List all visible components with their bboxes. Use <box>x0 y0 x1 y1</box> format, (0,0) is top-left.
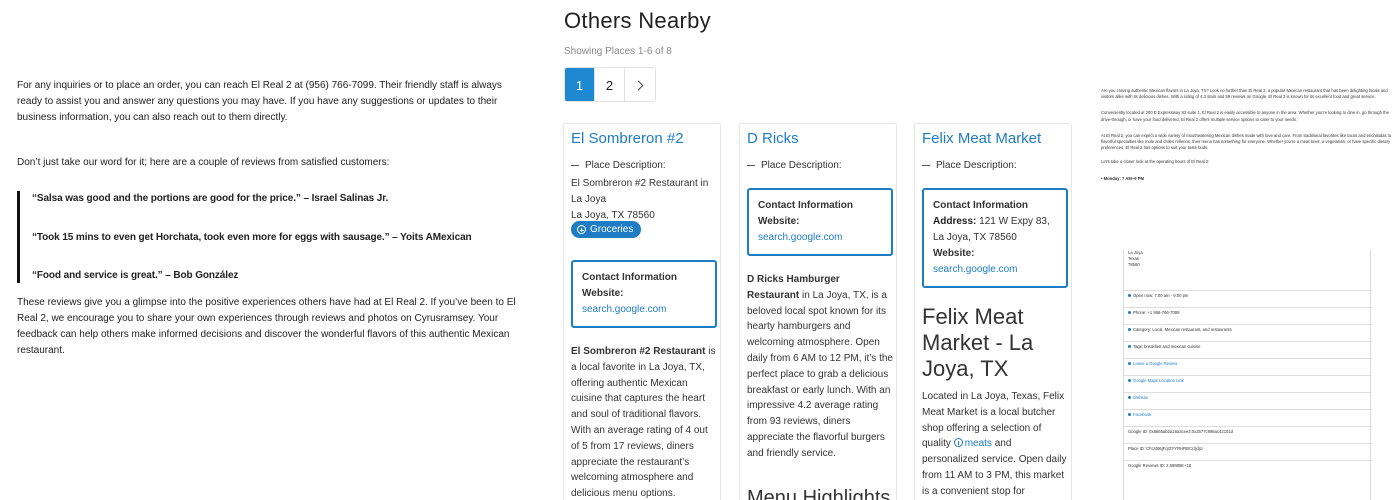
preview-row-text: Leave a Google Review <box>1133 361 1178 366</box>
contact-information-label: Contact Information <box>582 272 677 283</box>
preview-row: Phone: +1 956-766-7099 <box>1124 307 1372 318</box>
preview-row[interactable]: Google Maps Location Link <box>1124 375 1372 386</box>
preview-info-panel: La Joya Texas 78560 Open now: 7:00 am - … <box>1123 250 1372 500</box>
place-title-link[interactable]: D Ricks <box>747 130 799 147</box>
preview-row-text: Category: Local, Mexican restaurant, and… <box>1133 327 1232 332</box>
facebook-icon <box>1128 413 1131 416</box>
preview-row-text: Phone: +1 956-766-7099 <box>1133 310 1180 315</box>
article-column: For any inquiries or to place an order, … <box>17 78 522 356</box>
preview-row-text: Google ID: 0x8665ab2a16a3cee3:0x2577c998… <box>1128 429 1234 434</box>
clock-icon <box>1128 294 1131 297</box>
contact-information-box: Contact Information Website: search.goog… <box>571 260 717 328</box>
address-line: El Sombreron #2 Restaurant in La Joya <box>571 178 709 205</box>
minus-icon <box>571 164 579 167</box>
preview-row: Google Reviews ID: 2.69985E+18 <box>1124 460 1372 471</box>
map-pin-icon <box>1128 379 1131 382</box>
website-link[interactable]: search.google.com <box>758 230 882 246</box>
minus-icon <box>922 164 930 167</box>
preview-row: Place ID: ChIJ486jFqrZYYRHRBCrJjdjU <box>1124 443 1372 454</box>
place-name-bold: El Sombreron #2 Restaurant <box>571 346 706 357</box>
reviews-lead-paragraph: Don’t just take our word for it; here ar… <box>17 157 390 168</box>
preview-row-text: Google Reviews ID: 2.69985E+18 <box>1128 463 1192 468</box>
menu-highlights-heading: Menu Highlights <box>747 487 891 500</box>
preview-row: Open now: 7:00 am - 9:00 pm <box>1124 290 1372 301</box>
review-blockquote: “Salsa was good and the portions are goo… <box>17 191 522 283</box>
page-2-button[interactable]: 2 <box>595 68 625 101</box>
preview-paragraph: At El Real 2, you can expect a wide vari… <box>1101 132 1392 151</box>
place-description-label: Place Description: <box>936 160 1017 171</box>
category-chip-label: Groceries <box>590 224 634 235</box>
place-card: D Ricks Place Description: Contact Infor… <box>739 123 897 500</box>
preview-hours-text: Monday: 7 AM–9 PM <box>1103 175 1144 181</box>
place-title-link[interactable]: Felix Meat Market <box>922 130 1041 147</box>
review-quote: “Took 15 mins to even get Horchata, took… <box>32 232 472 243</box>
website-label: Website: <box>582 288 624 299</box>
contact-information-label: Contact Information <box>758 200 853 211</box>
tag-icon <box>1128 345 1131 348</box>
phone-icon <box>1128 311 1131 314</box>
website-label: Website: <box>758 216 800 227</box>
pagination: 1 2 <box>564 67 656 102</box>
article-outro-paragraph: These reviews give you a glimpse into th… <box>17 297 516 356</box>
contact-information-label: Contact Information <box>933 200 1028 211</box>
place-description-toggle[interactable]: Place Description: <box>922 160 1017 171</box>
others-nearby-heading: Others Nearby <box>564 8 711 33</box>
preview-row-text: Google Maps Location Link <box>1133 378 1184 383</box>
preview-row[interactable]: Facebook <box>1124 409 1372 420</box>
article-intro-paragraph: For any inquiries or to place an order, … <box>17 80 502 123</box>
place-address: El Sombreron #2 Restaurant in La Joya La… <box>571 176 716 224</box>
address-row: Address: 121 W Expy 83, La Joya, TX 7856… <box>933 216 1050 243</box>
review-quote: “Salsa was good and the portions are goo… <box>32 193 389 204</box>
preview-hours: • Monday: 7 AM–9 PM <box>1101 175 1144 181</box>
next-page-button[interactable] <box>625 68 655 101</box>
place-description-toggle[interactable]: Place Description: <box>571 160 666 171</box>
place-description-label: Place Description: <box>585 160 666 171</box>
minus-icon <box>747 164 755 167</box>
preview-paragraph: Are you craving authentic Mexican flavor… <box>1101 88 1388 100</box>
website-link[interactable]: search.google.com <box>933 262 1057 278</box>
place-description-label: Place Description: <box>761 160 842 171</box>
preview-row-text: Open now: 7:00 am - 9:00 pm <box>1133 293 1189 298</box>
place-card: Felix Meat Market Place Description: Con… <box>914 123 1072 500</box>
place-detail-heading: Felix Meat Market - La Joya, TX <box>922 304 1034 381</box>
preview-address-line: 78560 <box>1128 262 1140 268</box>
preview-row-text: Facebook <box>1133 412 1152 417</box>
preview-row[interactable]: Leave a Google Review <box>1124 358 1372 369</box>
place-description-body: is a local favorite in La Joya, TX, offe… <box>571 346 716 500</box>
tag-icon <box>953 438 963 448</box>
preview-address-lines: La Joya Texas 78560 <box>1128 250 1143 269</box>
preview-row: Category: Local, Mexican restaurant, and… <box>1124 324 1372 335</box>
contact-information-box: Contact Information Website: search.goog… <box>747 188 893 256</box>
preview-row: Tags: breakfast and mexican cuisine <box>1124 341 1372 352</box>
place-description-toggle[interactable]: Place Description: <box>747 160 842 171</box>
website-link[interactable]: search.google.com <box>582 302 706 318</box>
preview-paragraph: Conveniently located at 200 E Expressway… <box>1101 110 1389 122</box>
place-title-link[interactable]: El Sombreron #2 <box>571 130 684 147</box>
preview-row-text: Website <box>1133 395 1149 400</box>
showing-places-count: Showing Places 1-6 of 8 <box>564 46 672 57</box>
review-icon <box>1128 362 1131 365</box>
preview-row: Google ID: 0x8665ab2a16a3cee3:0x2577c998… <box>1124 426 1372 437</box>
place-description-text: Located in La Joya, Texas, Felix Meat Ma… <box>922 389 1068 500</box>
add-circle-icon <box>577 225 586 234</box>
article-preview-thumbnail: Are you craving authentic Mexican flavor… <box>1101 88 1393 500</box>
review-quote: “Food and service is great.” – Bob Gonzá… <box>32 270 239 281</box>
contact-information-box: Contact Information Address: 121 W Expy … <box>922 188 1068 288</box>
category-icon <box>1128 328 1131 331</box>
preview-row[interactable]: Website <box>1124 392 1372 403</box>
preview-paragraph: Let’s take a closer look at the operatin… <box>1101 159 1210 165</box>
place-description-text: El Sombreron #2 Restaurant is a local fa… <box>571 344 717 500</box>
category-chip[interactable]: Groceries <box>571 221 642 238</box>
place-description-body: in La Joya, TX, is a beloved local spot … <box>747 289 893 459</box>
preview-row-text: Tags: breakfast and mexican cuisine <box>1133 344 1201 349</box>
place-card: El Sombreron #2 Place Description: El So… <box>563 123 721 500</box>
preview-row-text: Place ID: ChIJ486jFqrZYYRHRBCrJjdjU <box>1128 446 1203 451</box>
globe-icon <box>1128 396 1131 399</box>
meats-tag-link[interactable]: meats <box>965 438 992 449</box>
website-label: Website: <box>933 248 975 259</box>
page-1-button[interactable]: 1 <box>565 68 595 101</box>
address-label: Address: <box>933 216 977 227</box>
place-description-text: D Ricks Hamburger Restaurant in La Joya,… <box>747 272 893 462</box>
chevron-right-icon <box>633 80 644 91</box>
